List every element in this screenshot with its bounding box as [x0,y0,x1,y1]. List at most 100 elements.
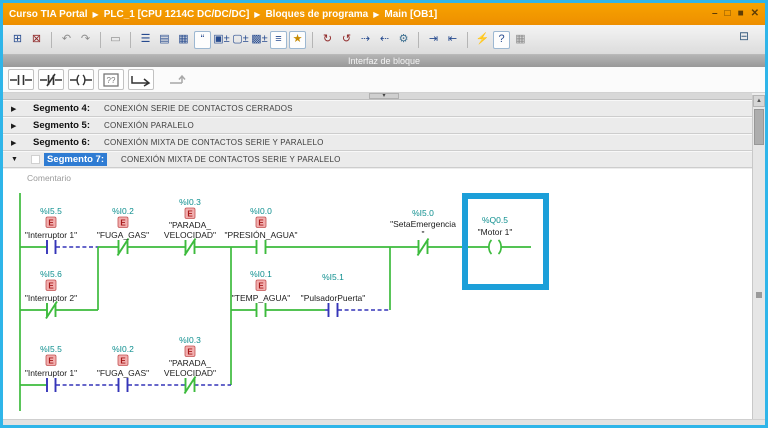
help-query-icon[interactable]: ? [493,30,510,49]
comment-label[interactable]: Comentario [27,173,71,183]
tag-name[interactable]: VELOCIDAD" [164,230,216,240]
tag-name[interactable]: "PARADA_ [169,220,211,230]
float-window-button[interactable]: □ [725,9,731,19]
tag-name[interactable]: "Interruptor 1" [25,368,77,378]
network-comments-toggle-icon[interactable]: “ [194,30,211,49]
scrollbar-marker [756,292,762,298]
nc-contact-parada-velocidad-branch[interactable] [183,375,197,395]
tag-name[interactable]: "TEMP_AGUA" [232,293,290,303]
tag-e-icon: E [255,216,267,228]
minimize-button[interactable]: – [712,9,718,19]
segment-list-collapse-notch[interactable]: ▾ [369,93,399,99]
tag-address[interactable]: %I5.5 [40,206,62,216]
tag-address[interactable]: %I0.3 [179,197,201,207]
expand-arrow-icon[interactable]: ▶ [11,105,21,113]
nc-contact-button[interactable] [38,69,64,90]
status-display-icon[interactable]: ≡ [270,30,287,49]
tag-name[interactable]: VELOCIDAD" [164,368,216,378]
breadcrumb-program-blocks[interactable]: Bloques de programa [265,9,368,20]
insert-network-icon[interactable]: ⊞ [9,31,26,49]
tag-name[interactable]: "FUGA_GAS" [97,230,149,240]
tag-name[interactable]: " [421,229,424,239]
tag-address[interactable]: %I0.2 [112,344,134,354]
maximize-button[interactable]: ■ [738,9,744,19]
collapse-arrow-icon[interactable]: ▼ [11,156,21,163]
segment-row-6[interactable]: ▶ Segmento 6: CONEXIÓN MIXTA DE CONTACTO… [3,134,752,151]
tag-address[interactable]: %I5.0 [412,208,434,218]
no-contact-temp-agua[interactable] [255,303,267,317]
nc-contact-seta-emergencia[interactable] [416,237,430,257]
jump-back-icon[interactable]: ⇤ [444,31,461,49]
tag-address[interactable]: %I0.0 [250,206,272,216]
tag-address[interactable]: %I0.3 [179,335,201,345]
tag-address[interactable]: %I5.6 [40,269,62,279]
breadcrumb-main-ob1[interactable]: Main [OB1] [384,9,437,20]
compare-icon[interactable]: ▦ [512,31,529,49]
no-contact-fuga-gas-branch[interactable] [117,378,129,392]
coil-button[interactable] [68,69,94,90]
ladder-network-canvas[interactable]: %I5.5 E "Interruptor 1" %I0.2 E "FUGA_GA… [3,185,752,419]
expand-arrow-icon[interactable]: ▶ [11,139,21,147]
scroll-up-icon[interactable]: ▲ [753,95,765,107]
empty-box-button[interactable]: ?? [98,69,124,90]
breadcrumb-plc[interactable]: PLC_1 [CPU 1214C DC/DC/DC] [104,9,250,20]
nc-contact-interruptor2[interactable] [45,300,58,320]
open-branch-icon [131,75,151,87]
no-contact-interruptor1-branch[interactable] [46,378,57,392]
tag-name[interactable]: "Interruptor 1" [25,230,77,240]
segment-checkbox[interactable] [31,155,40,164]
update-calls-icon[interactable]: ↻ [319,31,336,49]
tag-name[interactable]: "Interruptor 2" [25,293,77,303]
editor-panel-icon[interactable]: ⊟ [739,29,749,43]
breadcrumb-separator-icon: ▶ [254,9,261,19]
tag-address[interactable]: %I5.5 [40,344,62,354]
segment-row-4[interactable]: ▶ Segmento 4: CONEXIÓN SERIE DE CONTACTO… [3,100,752,117]
svg-text:E: E [187,209,193,218]
no-contact-pulsador-puerta[interactable] [327,303,339,317]
jump-forward-icon[interactable]: ⇥ [425,31,442,49]
toggle-networks-icon[interactable]: ▩± [251,31,268,49]
no-contact-presion-agua[interactable] [255,240,267,254]
favorites-toggle-icon[interactable]: ★ [289,30,306,49]
tag-name[interactable]: "PulsadorPuerta" [301,293,366,303]
tag-e-icon: E [117,354,129,366]
tag-name[interactable]: "FUGA_GAS" [97,368,149,378]
expand-arrow-icon[interactable]: ▶ [11,122,21,130]
monitoring-icon[interactable]: ⚡ [474,31,491,49]
close-branch-button[interactable] [166,69,192,90]
horizontal-scrollbar-track[interactable] [3,419,765,425]
tag-name[interactable]: "PRESIÓN_AGUA" [224,230,297,240]
undo-icon[interactable]: ↶ [58,31,75,49]
redo-icon[interactable]: ↷ [77,31,94,49]
tag-address[interactable]: %I0.2 [112,206,134,216]
open-branch-button[interactable] [128,69,154,90]
svg-text:E: E [48,281,54,290]
scrollbar-thumb[interactable] [754,109,764,145]
symbolic-operands-icon[interactable]: ▤ [156,31,173,49]
next-error-icon[interactable]: ⇢ [357,31,374,49]
operand-info-icon[interactable]: ▦ [175,31,192,49]
no-contact-button[interactable] [8,69,34,90]
nc-contact-fuga-gas[interactable] [116,237,130,257]
close-button[interactable]: ✕ [751,9,759,19]
settings-icon[interactable]: ⚙ [395,31,412,49]
tag-name[interactable]: "PARADA_ [169,358,211,368]
select-operand-icon[interactable]: ▭ [107,31,124,49]
tag-address[interactable]: %I0.1 [250,269,272,279]
collapse-networks-icon[interactable]: ▢± [232,31,249,49]
tag-address[interactable]: %I5.1 [322,272,344,282]
segment-row-5[interactable]: ▶ Segmento 5: CONEXIÓN PARALELO [3,117,752,134]
tag-name[interactable]: "SetaEmergencia [390,219,456,229]
delete-network-icon[interactable]: ⊠ [28,31,45,49]
expand-networks-icon[interactable]: ▣± [213,31,230,49]
svg-text:E: E [187,347,193,356]
nc-contact-parada-velocidad[interactable] [183,237,197,257]
absolute-operands-icon[interactable]: ☰ [137,31,154,49]
consistency-check-icon[interactable]: ↺ [338,31,355,49]
previous-error-icon[interactable]: ⇠ [376,31,393,49]
segment-row-7[interactable]: ▼ Segmento 7: CONEXIÓN MIXTA DE CONTACTO… [3,151,752,168]
segment-description: CONEXIÓN MIXTA DE CONTACTOS SERIE Y PARA… [121,155,341,164]
no-contact-interruptor1[interactable] [46,240,57,254]
breadcrumb-project[interactable]: Curso TIA Portal [9,9,88,20]
vertical-scrollbar[interactable]: ▲ [752,95,765,419]
